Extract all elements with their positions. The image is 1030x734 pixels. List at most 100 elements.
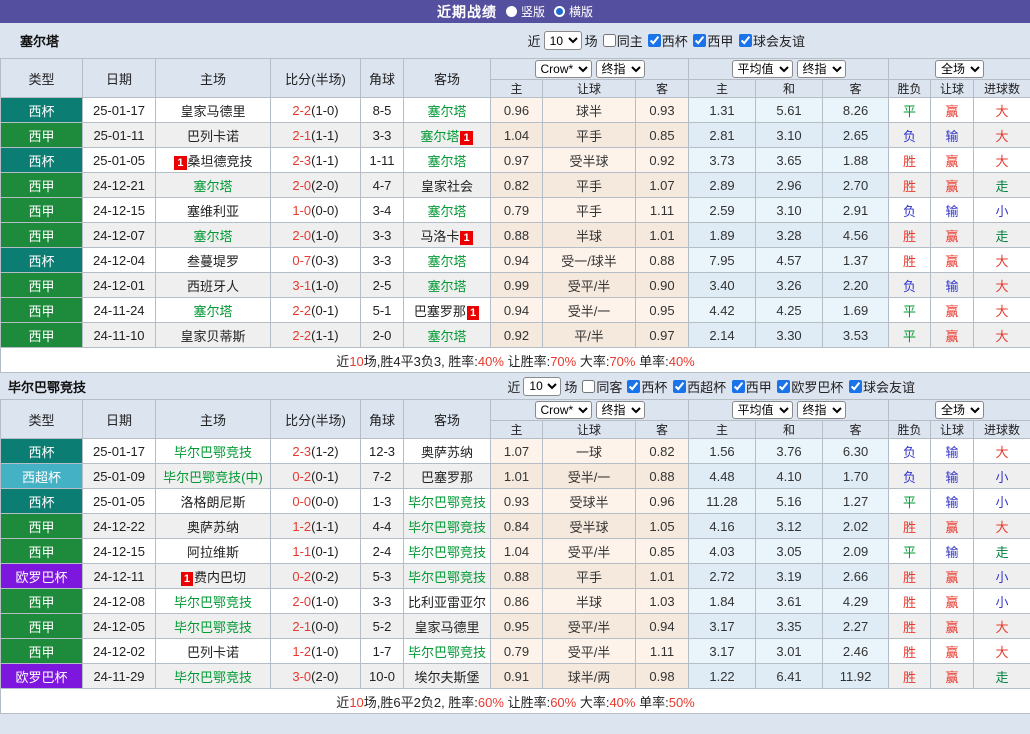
away-team-name[interactable]: 奥萨苏纳: [421, 445, 473, 460]
average-select[interactable]: 平均值: [732, 60, 793, 78]
home-team-name[interactable]: 塞尔塔: [193, 304, 232, 319]
score-cell[interactable]: 1-0(0-0): [271, 198, 361, 223]
away-team[interactable]: 巴塞罗那1: [404, 298, 491, 323]
away-team-name[interactable]: 塞尔塔: [420, 129, 459, 144]
home-team[interactable]: 塞维利亚: [156, 198, 271, 223]
league-checkbox[interactable]: 西甲: [730, 377, 772, 396]
full-time-score[interactable]: 2-0: [292, 594, 311, 609]
home-team-name[interactable]: 奥萨苏纳: [187, 520, 239, 535]
away-team[interactable]: 塞尔塔: [404, 98, 491, 123]
bookmaker-select[interactable]: Crow*: [535, 60, 592, 78]
average-select[interactable]: 平均值: [732, 401, 793, 419]
away-team-name[interactable]: 皇家社会: [421, 179, 473, 194]
score-cell[interactable]: 1-1(0-1): [271, 539, 361, 564]
away-team[interactable]: 毕尔巴鄂竞技: [404, 539, 491, 564]
home-team[interactable]: 毕尔巴鄂竞技: [156, 439, 271, 464]
full-time-score[interactable]: 1-2: [292, 519, 311, 534]
home-team[interactable]: 阿拉维斯: [156, 539, 271, 564]
home-team[interactable]: 皇家贝蒂斯: [156, 323, 271, 348]
same-venue-checkbox-input[interactable]: [603, 34, 616, 47]
away-team-name[interactable]: 塞尔塔: [427, 329, 466, 344]
away-team[interactable]: 塞尔塔: [404, 198, 491, 223]
full-time-score[interactable]: 2-3: [292, 153, 311, 168]
odds-stage-select-1[interactable]: 终指: [596, 60, 645, 78]
home-team[interactable]: 西班牙人: [156, 273, 271, 298]
league-checkbox-input[interactable]: [739, 34, 752, 47]
home-team-name[interactable]: 费内巴切: [194, 570, 246, 585]
score-cell[interactable]: 1-2(1-0): [271, 639, 361, 664]
home-team-name[interactable]: 毕尔巴鄂竞技(中): [163, 470, 263, 485]
home-team-name[interactable]: 巴列卡诺: [187, 129, 239, 144]
away-team-name[interactable]: 塞尔塔: [427, 104, 466, 119]
league-checkbox-input[interactable]: [673, 380, 686, 393]
home-team[interactable]: 毕尔巴鄂竞技(中): [156, 464, 271, 489]
home-team[interactable]: 叁蔓堤罗: [156, 248, 271, 273]
score-cell[interactable]: 2-2(0-1): [271, 298, 361, 323]
score-cell[interactable]: 2-2(1-0): [271, 98, 361, 123]
layout-radio-vertical[interactable]: 竖版: [506, 3, 545, 20]
league-checkbox[interactable]: 球会友谊: [847, 377, 915, 396]
away-team-name[interactable]: 塞尔塔: [427, 279, 466, 294]
radio-unchecked-icon[interactable]: [506, 6, 517, 17]
away-team[interactable]: 奥萨苏纳: [404, 439, 491, 464]
score-cell[interactable]: 2-1(1-1): [271, 123, 361, 148]
away-team-name[interactable]: 比利亚雷亚尔: [408, 595, 486, 610]
odds-stage-select-2[interactable]: 终指: [797, 401, 846, 419]
home-team-name[interactable]: 巴列卡诺: [187, 645, 239, 660]
score-cell[interactable]: 2-1(0-0): [271, 614, 361, 639]
home-team[interactable]: 塞尔塔: [156, 298, 271, 323]
full-time-score[interactable]: 2-0: [292, 178, 311, 193]
away-team-name[interactable]: 巴塞罗那: [421, 470, 473, 485]
away-team-name[interactable]: 毕尔巴鄂竞技: [408, 645, 486, 660]
score-cell[interactable]: 2-3(1-1): [271, 148, 361, 173]
home-team[interactable]: 奥萨苏纳: [156, 514, 271, 539]
home-team-name[interactable]: 叁蔓堤罗: [187, 254, 239, 269]
score-cell[interactable]: 0-2(0-1): [271, 464, 361, 489]
home-team-name[interactable]: 毕尔巴鄂竞技: [174, 670, 252, 685]
away-team[interactable]: 毕尔巴鄂竞技: [404, 514, 491, 539]
score-cell[interactable]: 2-2(1-1): [271, 323, 361, 348]
league-checkbox-input[interactable]: [732, 380, 745, 393]
home-team[interactable]: 1费内巴切: [156, 564, 271, 589]
home-team-name[interactable]: 皇家马德里: [180, 104, 245, 119]
away-team-name[interactable]: 毕尔巴鄂竞技: [408, 520, 486, 535]
full-time-score[interactable]: 2-3: [292, 444, 311, 459]
away-team[interactable]: 毕尔巴鄂竞技: [404, 489, 491, 514]
recent-count-select[interactable]: 10: [523, 377, 561, 396]
away-team[interactable]: 塞尔塔: [404, 148, 491, 173]
away-team-name[interactable]: 塞尔塔: [427, 204, 466, 219]
away-team-name[interactable]: 毕尔巴鄂竞技: [408, 495, 486, 510]
home-team[interactable]: 洛格朗尼斯: [156, 489, 271, 514]
full-time-score[interactable]: 2-2: [292, 328, 311, 343]
home-team-name[interactable]: 毕尔巴鄂竞技: [174, 445, 252, 460]
recent-count-select[interactable]: 10: [544, 31, 582, 50]
away-team-name[interactable]: 塞尔塔: [427, 254, 466, 269]
full-time-score[interactable]: 1-1: [292, 544, 311, 559]
away-team-name[interactable]: 马洛卡: [420, 229, 459, 244]
score-cell[interactable]: 0-2(0-2): [271, 564, 361, 589]
full-time-score[interactable]: 0-7: [292, 253, 311, 268]
away-team[interactable]: 塞尔塔: [404, 273, 491, 298]
away-team[interactable]: 皇家马德里: [404, 614, 491, 639]
away-team[interactable]: 马洛卡1: [404, 223, 491, 248]
odds-stage-select-1[interactable]: 终指: [596, 401, 645, 419]
away-team[interactable]: 比利亚雷亚尔: [404, 589, 491, 614]
league-checkbox[interactable]: 西超杯: [671, 377, 726, 396]
league-checkbox[interactable]: 西甲: [691, 31, 733, 50]
league-checkbox[interactable]: 西杯: [646, 31, 688, 50]
full-time-score[interactable]: 3-1: [292, 278, 311, 293]
home-team[interactable]: 塞尔塔: [156, 173, 271, 198]
score-cell[interactable]: 2-0(1-0): [271, 589, 361, 614]
full-time-score[interactable]: 0-0: [292, 494, 311, 509]
away-team[interactable]: 毕尔巴鄂竞技: [404, 639, 491, 664]
home-team[interactable]: 皇家马德里: [156, 98, 271, 123]
full-time-score[interactable]: 2-1: [292, 128, 311, 143]
home-team[interactable]: 巴列卡诺: [156, 123, 271, 148]
score-cell[interactable]: 3-0(2-0): [271, 664, 361, 689]
home-team[interactable]: 毕尔巴鄂竞技: [156, 614, 271, 639]
score-cell[interactable]: 2-3(1-2): [271, 439, 361, 464]
away-team-name[interactable]: 毕尔巴鄂竞技: [408, 570, 486, 585]
away-team-name[interactable]: 毕尔巴鄂竞技: [408, 545, 486, 560]
home-team-name[interactable]: 塞尔塔: [193, 179, 232, 194]
away-team[interactable]: 巴塞罗那: [404, 464, 491, 489]
